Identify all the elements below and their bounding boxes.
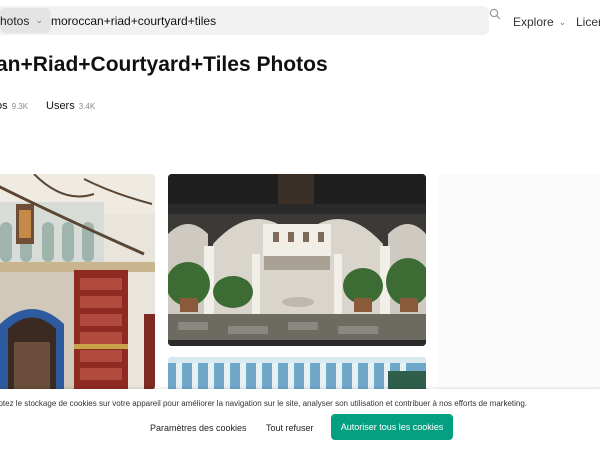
nav-explore[interactable]: Explore ⌄ xyxy=(513,15,566,29)
cookie-banner: eptez le stockage de cookies sur votre a… xyxy=(0,389,600,450)
chevron-down-icon: ⌄ xyxy=(35,15,43,25)
tab-photos-label: os xyxy=(0,100,8,112)
tab-users-count: 3.4K xyxy=(78,102,96,111)
search-icon[interactable] xyxy=(489,8,501,20)
cookie-settings-button[interactable]: Paramètres des cookies xyxy=(150,423,247,433)
tab-photos-count: 9.3K xyxy=(11,102,29,111)
cookie-message: eptez le stockage de cookies sur votre a… xyxy=(0,399,528,408)
refuse-all-button[interactable]: Tout refuser xyxy=(266,423,314,433)
photo-courtyard-arches[interactable] xyxy=(168,174,426,346)
tab-users-label: Users xyxy=(46,100,75,112)
top-header: hotos ⌄ moroccan+riad+courtyard+tiles Ex… xyxy=(0,0,600,44)
nav-explore-label: Explore xyxy=(513,15,554,29)
search-bar[interactable]: hotos ⌄ moroccan+riad+courtyard+tiles xyxy=(0,6,489,35)
tab-photos[interactable]: os9.3K xyxy=(0,100,28,112)
tab-users[interactable]: Users 3.4K xyxy=(46,100,95,112)
photo-placeholder xyxy=(438,174,600,390)
nav-license[interactable]: Licens xyxy=(576,15,600,29)
chevron-down-icon: ⌄ xyxy=(558,16,567,27)
accept-all-cookies-button[interactable]: Autoriser tous les cookies xyxy=(331,414,453,440)
photo-riad-doorway[interactable] xyxy=(0,174,155,390)
search-type-label: hotos xyxy=(0,13,30,28)
search-input[interactable]: moroccan+riad+courtyard+tiles xyxy=(51,14,216,28)
search-type-dropdown[interactable]: hotos ⌄ xyxy=(0,8,51,33)
page-title: an+Riad+Courtyard+Tiles Photos xyxy=(0,53,328,76)
